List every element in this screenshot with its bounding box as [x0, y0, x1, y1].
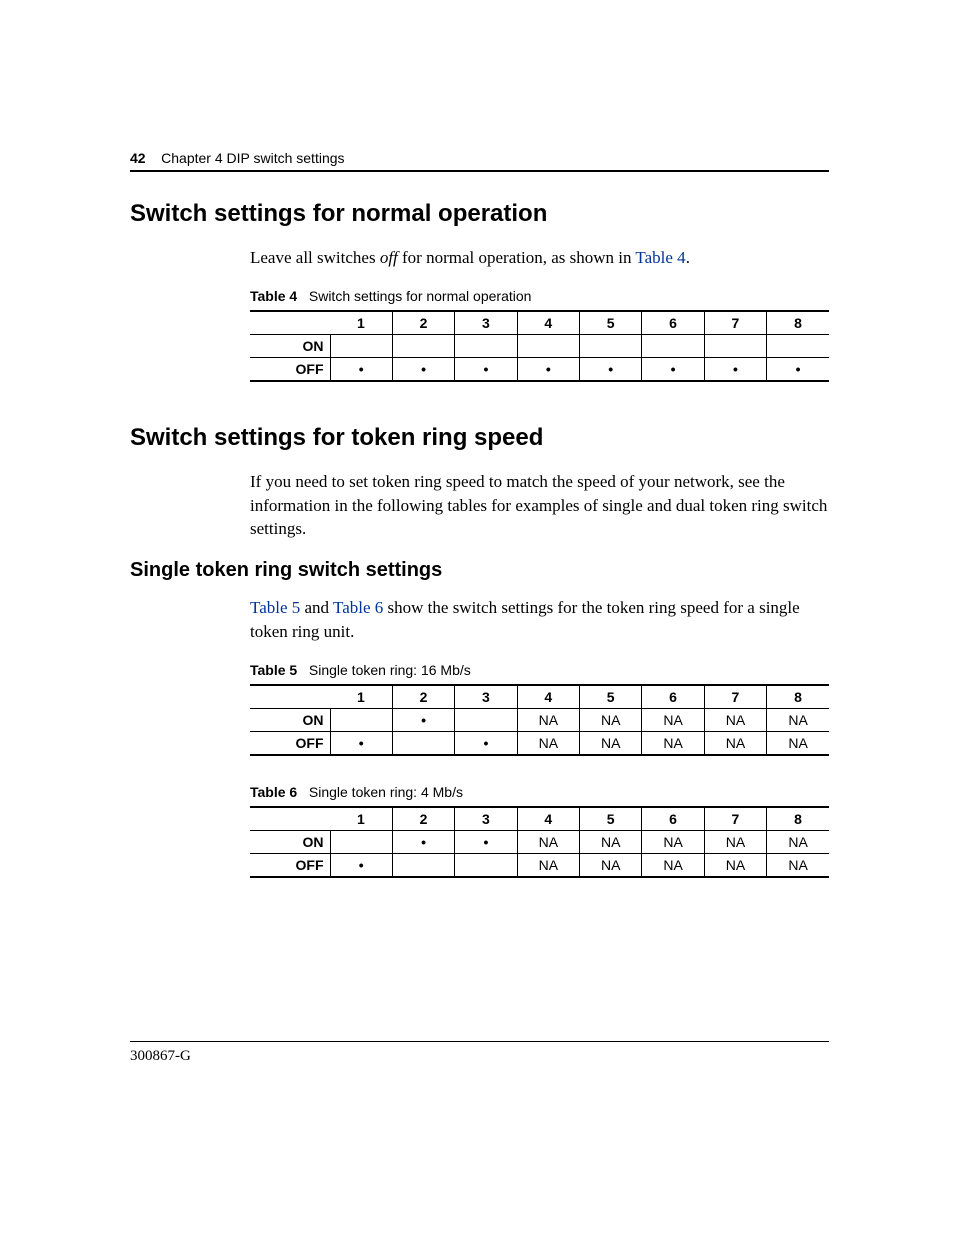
- table6-caption: Table 6 Single token ring: 4 Mb/s: [250, 784, 829, 800]
- table-row: OFF • • NA NA NA NA NA: [250, 731, 829, 755]
- page-number: 42: [130, 150, 146, 166]
- running-header: 42 Chapter 4 DIP switch settings: [130, 150, 829, 172]
- table4: 1 2 3 4 5 6 7 8 ON: [250, 310, 829, 382]
- table5-caption: Table 5 Single token ring: 16 Mb/s: [250, 662, 829, 678]
- table-row: OFF • • • • • • • •: [250, 357, 829, 381]
- table-row: ON • NA NA NA NA NA: [250, 708, 829, 731]
- heading-2: Switch settings for token ring speed: [130, 424, 829, 452]
- table4-caption: Table 4 Switch settings for normal opera…: [250, 288, 829, 304]
- table-row: 1 2 3 4 5 6 7 8: [250, 685, 829, 709]
- link-table5[interactable]: Table 5: [250, 598, 300, 617]
- link-table6[interactable]: Table 6: [333, 598, 383, 617]
- doc-id: 300867-G: [130, 1048, 191, 1064]
- link-table4[interactable]: Table 4: [635, 248, 685, 267]
- table6: 1 2 3 4 5 6 7 8 ON • • NA NA NA NA NA: [250, 806, 829, 878]
- paragraph: Table 5 and Table 6 show the switch sett…: [250, 596, 829, 644]
- table-row: ON: [250, 334, 829, 357]
- chapter-label: Chapter 4 DIP switch settings: [161, 150, 344, 166]
- table-row: 1 2 3 4 5 6 7 8: [250, 311, 829, 335]
- heading-1: Switch settings for normal operation: [130, 200, 829, 228]
- table5: 1 2 3 4 5 6 7 8 ON • NA NA NA NA NA: [250, 684, 829, 756]
- table-row: 1 2 3 4 5 6 7 8: [250, 807, 829, 831]
- table-row: ON • • NA NA NA NA NA: [250, 830, 829, 853]
- heading-3: Single token ring switch settings: [130, 559, 829, 582]
- footer: 300867-G: [130, 1041, 829, 1065]
- paragraph: Leave all switches off for normal operat…: [250, 246, 829, 270]
- paragraph: If you need to set token ring speed to m…: [250, 470, 829, 541]
- table-row: OFF • NA NA NA NA NA: [250, 853, 829, 877]
